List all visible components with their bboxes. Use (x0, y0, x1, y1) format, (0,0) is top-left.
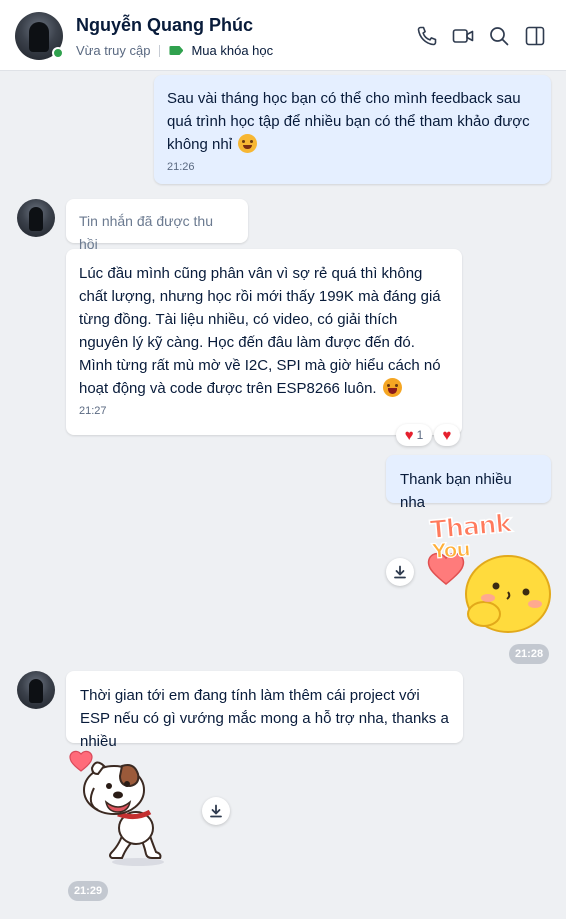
download-icon (210, 804, 222, 818)
heart-icon: ♥ (442, 426, 452, 444)
message-bubble-incoming[interactable]: Thời gian tới em đang tính làm thêm cái … (66, 671, 463, 750)
phone-icon[interactable] (415, 24, 439, 48)
contact-name[interactable]: Nguyễn Quang Phúc (76, 15, 253, 36)
recalled-message-text: Tin nhắn đã được thu hồi (79, 213, 214, 252)
tag-icon (169, 46, 184, 55)
react-heart-button[interactable]: ♥ (434, 424, 460, 446)
puppy-heart-sticker[interactable] (66, 748, 178, 870)
message-text: Thank bạn nhiều nha (400, 471, 512, 511)
sidebar-toggle-icon[interactable] (523, 24, 547, 48)
heart-icon: ♥ (404, 426, 414, 444)
thank-you-sticker[interactable]: Thank You (422, 508, 554, 638)
contact-tag-label[interactable]: Mua khóa học (191, 43, 273, 58)
download-icon (394, 565, 406, 579)
smiling-face-icon (238, 134, 258, 153)
last-seen-status: Vừa truy cập (76, 43, 151, 58)
laughing-face-icon (382, 378, 402, 397)
download-button[interactable] (202, 797, 230, 825)
message-time: 21:29 (68, 881, 108, 901)
message-text: Lúc đầu mình cũng phân vân vì sợ rẻ quá … (79, 262, 448, 400)
sender-avatar[interactable] (17, 199, 55, 237)
message-time: 21:27 (79, 405, 107, 417)
message-text: Sau vài tháng học bạn có thể cho mình fe… (167, 87, 537, 156)
reaction-summary[interactable]: ♥ 1 (396, 424, 432, 446)
sender-avatar[interactable] (17, 671, 55, 709)
message-text: Thời gian tới em đang tính làm thêm cái … (80, 687, 449, 750)
message-bubble-outgoing[interactable]: Thank bạn nhiều nha (386, 455, 551, 511)
video-call-icon[interactable] (451, 24, 475, 48)
online-status-dot (52, 47, 64, 59)
sticker-text-you: You (431, 536, 471, 564)
message-bubble-outgoing[interactable]: Sau vài tháng học bạn có thể cho mình fe… (154, 75, 551, 184)
contact-status-row: Vừa truy cập Mua khóa học (76, 43, 273, 58)
message-time: 21:26 (167, 161, 195, 173)
search-icon[interactable] (487, 24, 511, 48)
message-text-content: Lúc đầu mình cũng phân vân vì sợ rẻ quá … (79, 265, 441, 397)
message-bubble-incoming[interactable]: Lúc đầu mình cũng phân vân vì sợ rẻ quá … (66, 249, 462, 435)
download-button[interactable] (386, 558, 414, 586)
recalled-message-bubble[interactable]: Tin nhắn đã được thu hồi (66, 199, 248, 252)
status-separator (159, 44, 161, 57)
chat-header: Nguyễn Quang Phúc Vừa truy cập Mua khóa … (0, 0, 566, 71)
reaction-count: 1 (416, 428, 424, 442)
message-text-content: Sau vài tháng học bạn có thể cho mình fe… (167, 90, 530, 153)
message-time: 21:28 (509, 644, 549, 664)
